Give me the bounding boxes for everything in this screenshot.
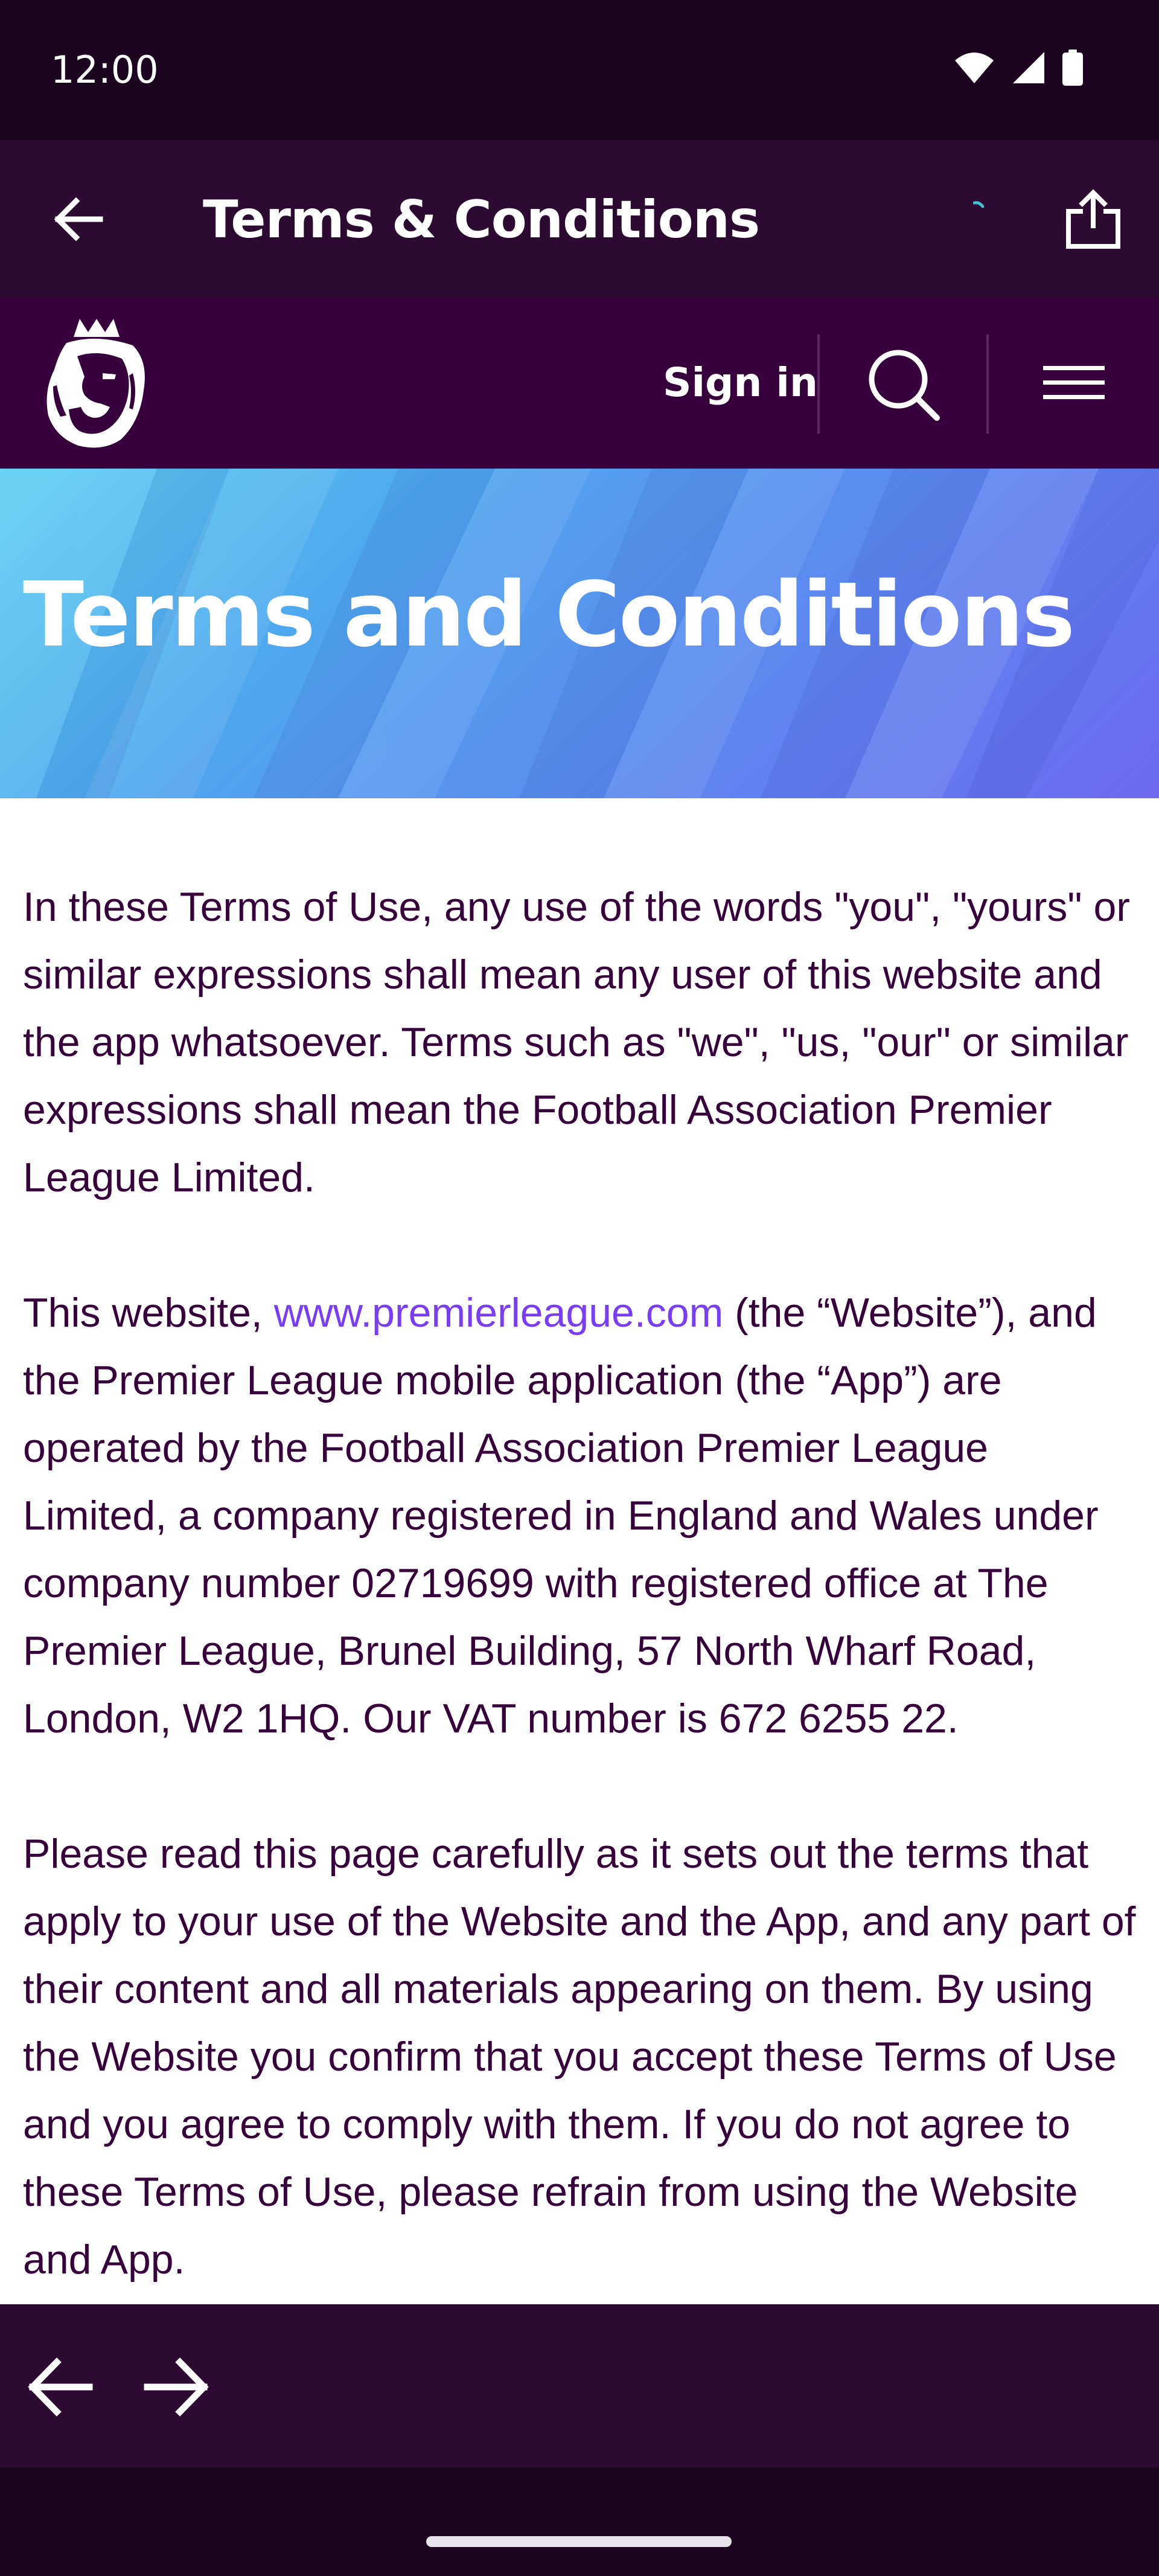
app-title: Terms & Conditions: [203, 190, 760, 250]
hamburger-menu-icon[interactable]: [1041, 356, 1107, 411]
page-title: Terms and Conditions: [23, 563, 1075, 667]
paragraph-operator: This website, www.premierleague.com (the…: [23, 1279, 1140, 1752]
gesture-bar: [0, 2467, 1159, 2576]
arrow-back-icon: [54, 197, 103, 242]
nav-back-button[interactable]: [22, 2349, 98, 2425]
paragraph-text: This website,: [23, 1290, 274, 1336]
premier-league-lion-logo[interactable]: [42, 319, 151, 449]
arrow-back-icon: [28, 2357, 93, 2417]
cell-signal-icon: [1013, 52, 1044, 83]
screen: 12:00 Terms & Conditions Sign in Terms a…: [0, 0, 1159, 2576]
site-header: Sign in: [0, 298, 1159, 469]
home-gesture-handle[interactable]: [426, 2536, 732, 2547]
paragraph-acceptance: Please read this page carefully as it se…: [23, 1831, 1136, 2283]
share-button[interactable]: [1060, 186, 1126, 252]
status-icons: [954, 50, 1083, 86]
header-divider: [817, 335, 820, 434]
back-button[interactable]: [48, 189, 109, 249]
content-body: In these Terms of Use, any use of the wo…: [23, 873, 1140, 2304]
content-area: In these Terms of Use, any use of the wo…: [0, 798, 1159, 2304]
paragraph-text: (the “Website”), and the Premier League …: [23, 1290, 1099, 1741]
header-divider: [986, 335, 989, 434]
arrow-forward-icon: [144, 2357, 209, 2417]
nav-forward-button[interactable]: [139, 2349, 215, 2425]
loading-spinner-icon: [973, 201, 985, 208]
sign-in-link[interactable]: Sign in: [663, 359, 818, 407]
hero-banner: Terms and Conditions: [0, 469, 1159, 798]
wifi-icon: [955, 53, 994, 83]
app-bar: Terms & Conditions: [0, 140, 1159, 298]
paragraph-definitions: In these Terms of Use, any use of the wo…: [23, 884, 1130, 1200]
status-time: 12:00: [51, 48, 159, 92]
battery-icon: [1062, 50, 1083, 86]
browser-nav-bar: [0, 2304, 1159, 2467]
share-icon: [1066, 189, 1120, 249]
website-link[interactable]: www.premierleague.com: [274, 1290, 724, 1336]
search-icon[interactable]: [863, 344, 942, 423]
status-bar: 12:00: [0, 0, 1159, 140]
